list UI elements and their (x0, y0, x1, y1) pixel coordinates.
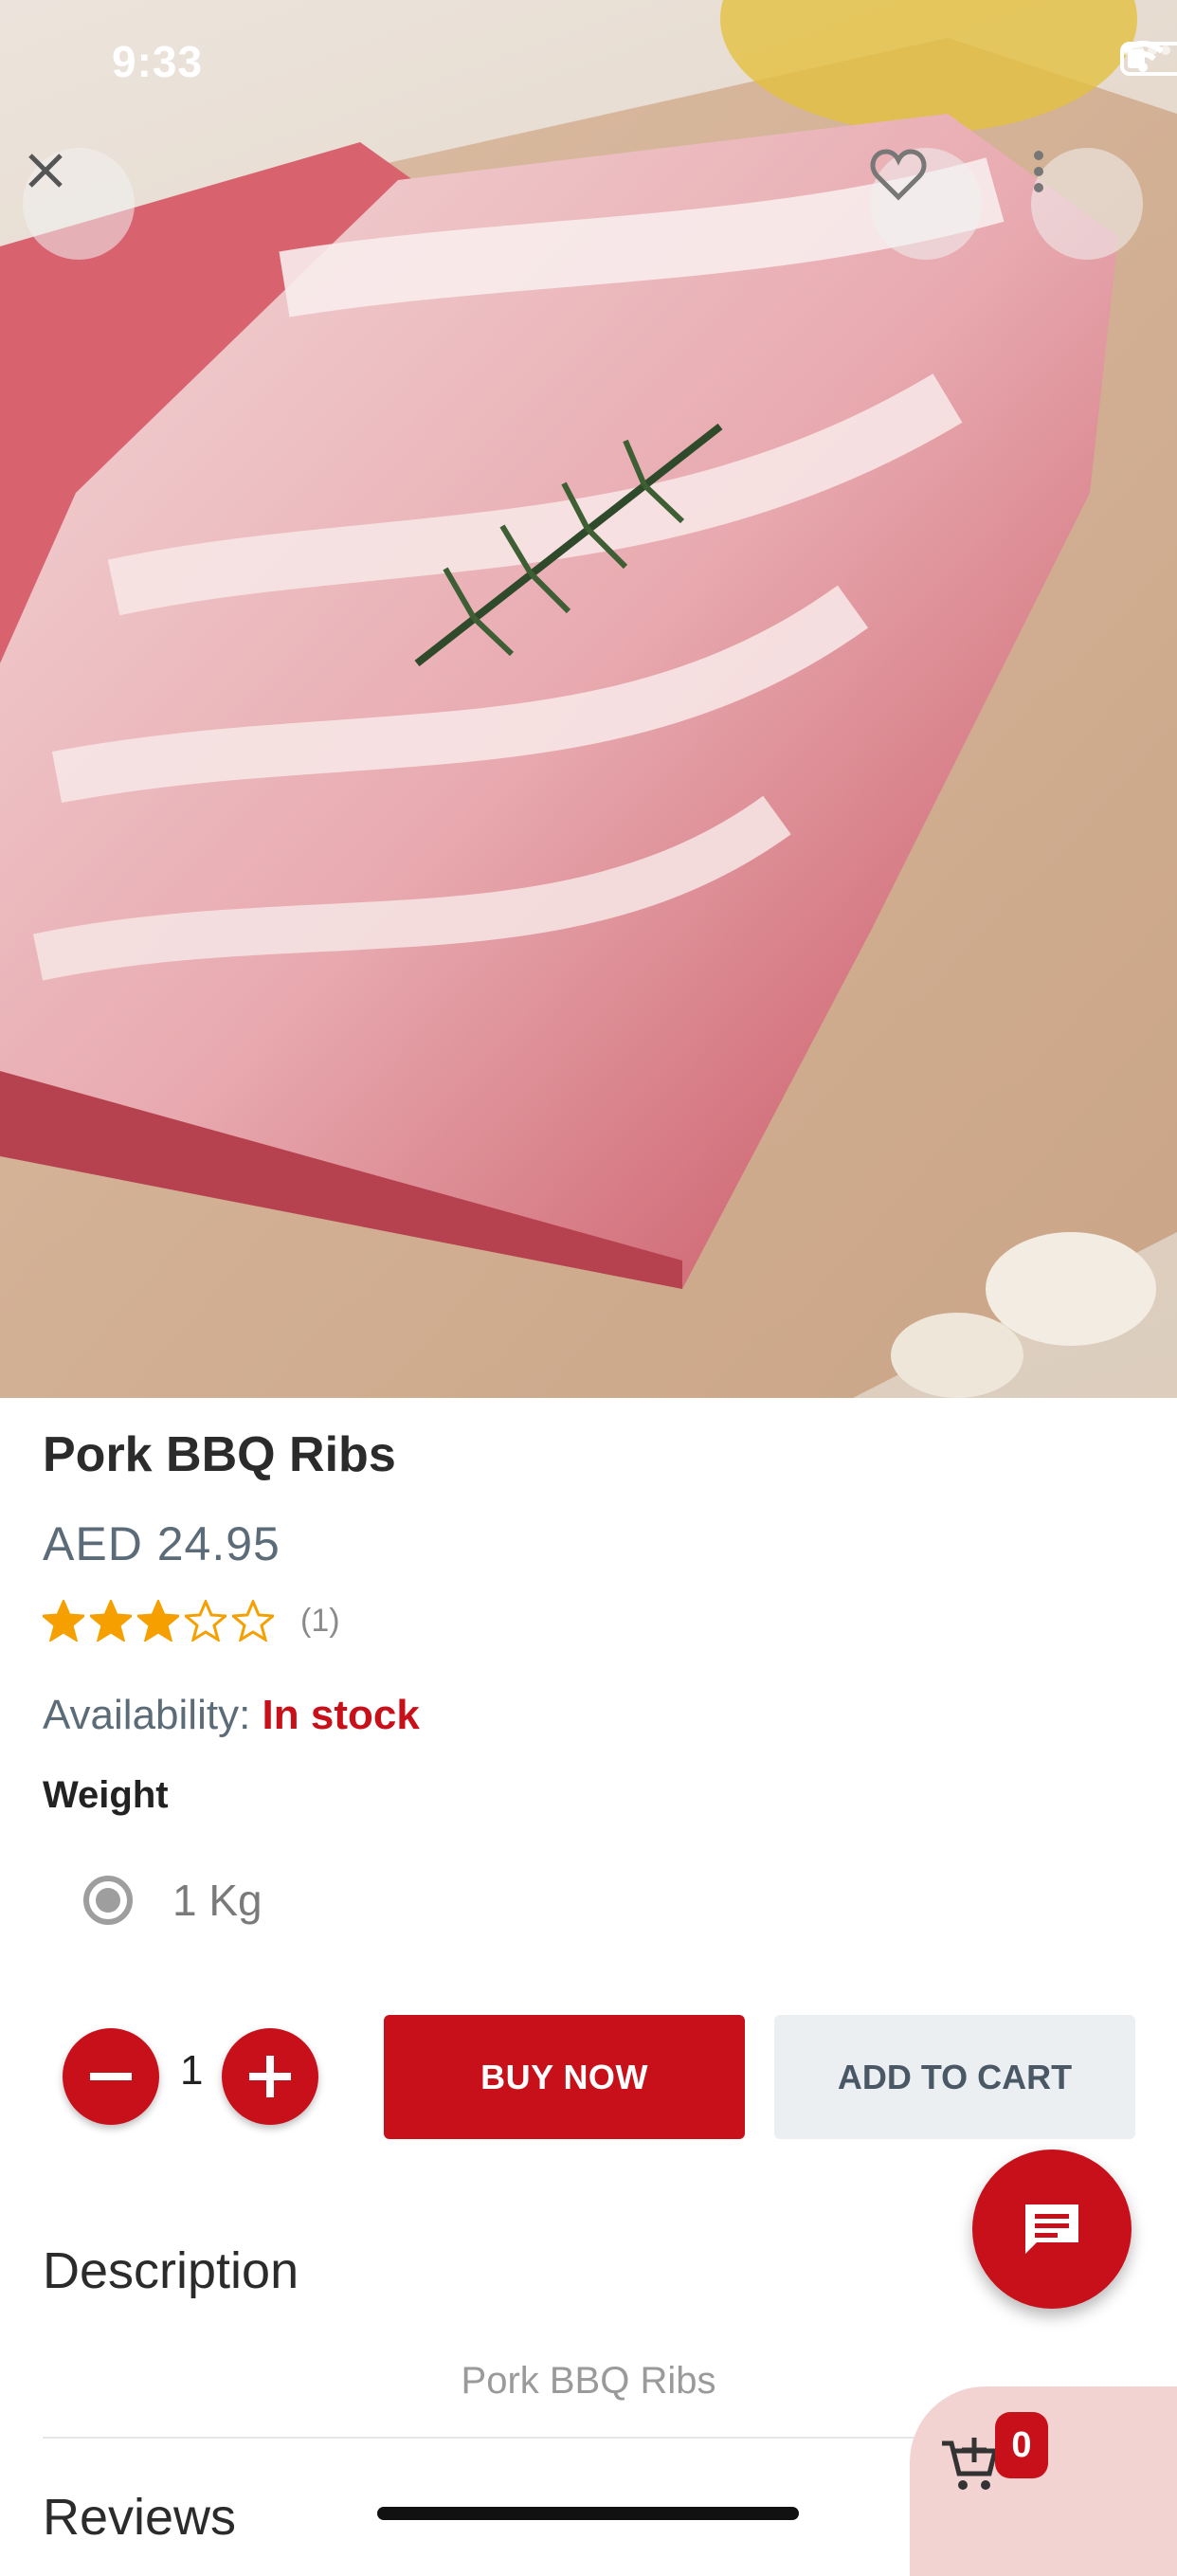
cart-add-icon (942, 2438, 999, 2490)
review-count: (1) (300, 1602, 340, 1639)
status-time: 9:33 (112, 37, 204, 86)
rating-row: (1) (43, 1600, 340, 1642)
minus-icon (90, 2073, 132, 2080)
star-outline-icon (232, 1600, 274, 1642)
product-price: AED 24.95 (43, 1517, 281, 1570)
chat-button[interactable] (972, 2150, 1132, 2309)
weight-label: Weight (43, 1774, 169, 1816)
availability-label: Availability: (43, 1692, 251, 1738)
star-rating (43, 1600, 274, 1642)
close-button[interactable] (23, 148, 135, 260)
star-icon (90, 1600, 132, 1642)
reviews-heading[interactable]: Reviews (43, 2488, 236, 2547)
quantity-value: 1 (180, 2047, 204, 2094)
close-icon (28, 154, 63, 188)
more-options-button[interactable] (1031, 148, 1143, 260)
heart-icon (870, 149, 927, 201)
weight-radio[interactable] (83, 1876, 133, 1925)
product-title: Pork BBQ Ribs (43, 1427, 396, 1482)
product-image: 9:33 (0, 0, 1177, 1398)
add-to-cart-button[interactable]: ADD TO CART (774, 2015, 1135, 2139)
description-heading[interactable]: Description (43, 2241, 299, 2300)
weight-option[interactable]: 1 Kg (83, 1875, 263, 1926)
cart-count-badge: 0 (995, 2412, 1048, 2478)
availability-value: In stock (262, 1692, 420, 1738)
weight-option-label: 1 Kg (172, 1876, 263, 1925)
increase-quantity-button[interactable] (222, 2028, 318, 2125)
availability: Availability: In stock (43, 1692, 420, 1739)
star-outline-icon (185, 1600, 226, 1642)
favorite-button[interactable] (870, 148, 982, 260)
cart-widget[interactable] (910, 2386, 1177, 2576)
chat-icon (1025, 2204, 1078, 2254)
more-vertical-icon (1034, 151, 1043, 192)
battery-icon (1120, 42, 1177, 76)
home-indicator (377, 2507, 799, 2520)
star-icon (43, 1600, 84, 1642)
plus-icon (249, 2056, 291, 2097)
star-icon (137, 1600, 179, 1642)
buy-now-button[interactable]: BUY NOW (384, 2015, 745, 2139)
product-photo-illustration (0, 0, 1177, 1398)
decrease-quantity-button[interactable] (63, 2028, 159, 2125)
